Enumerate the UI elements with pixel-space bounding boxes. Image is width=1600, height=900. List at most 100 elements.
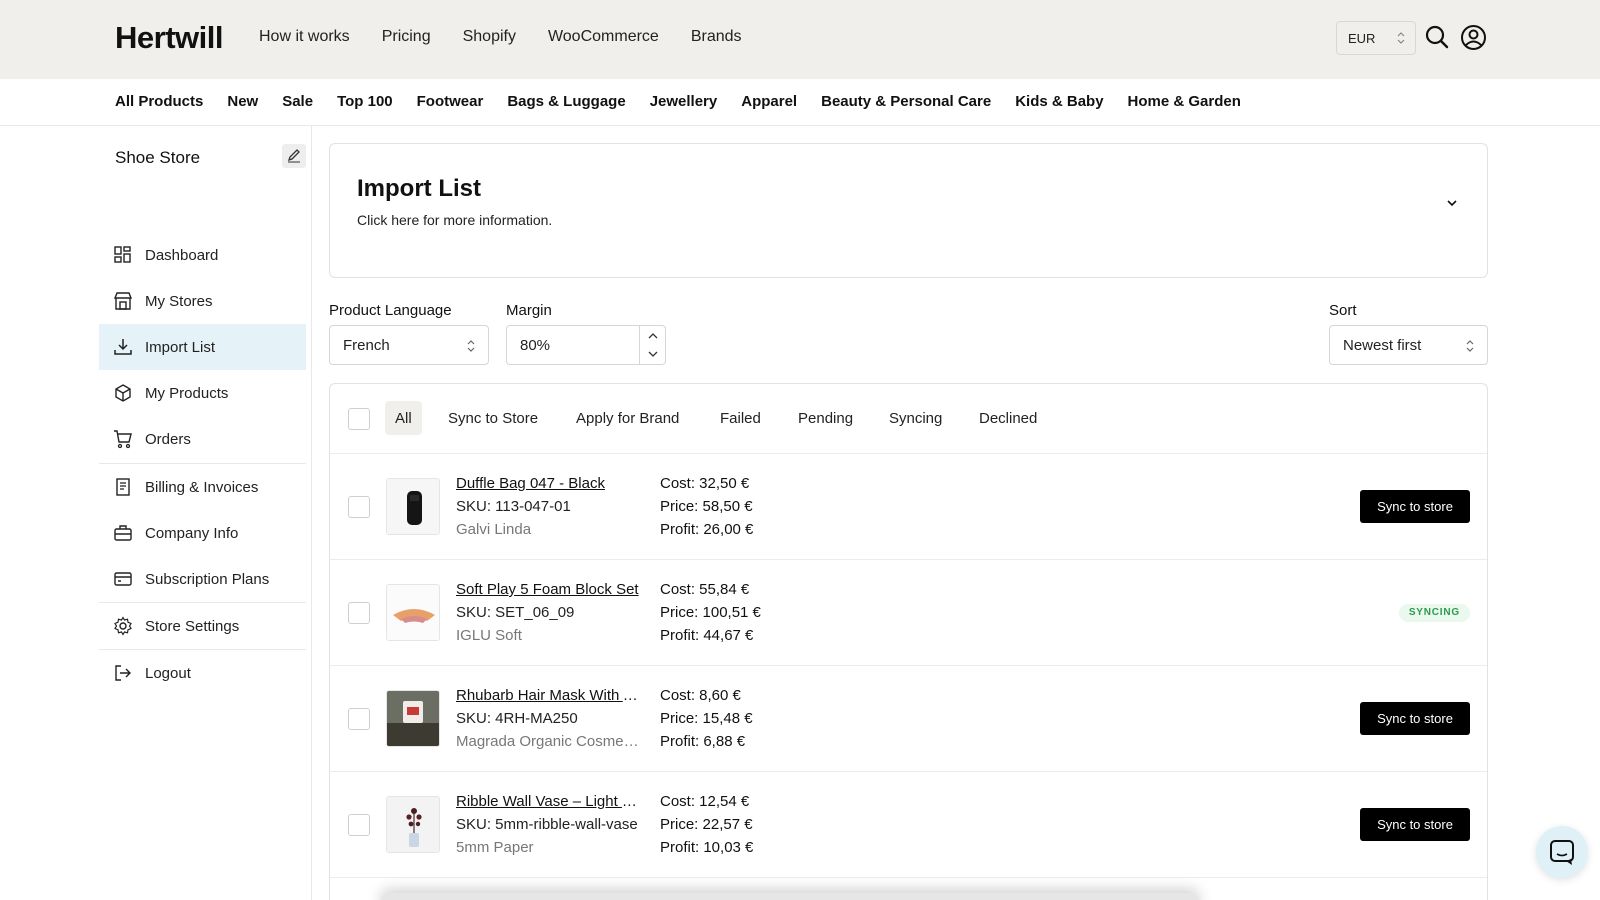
category-apparel[interactable]: Apparel	[741, 93, 797, 110]
nav-woocommerce[interactable]: WooCommerce	[548, 28, 659, 46]
up-down-chevron-icon	[1466, 340, 1474, 352]
product-name-link[interactable]: Ribble Wall Vase – Light Grey	[456, 793, 641, 810]
category-bar: All Products New Sale Top 100 Footwear B…	[0, 79, 1600, 126]
category-jewellery[interactable]: Jewellery	[650, 93, 718, 110]
cart-icon	[114, 430, 132, 449]
product-brand: IGLU Soft	[456, 627, 522, 644]
sidebar-item-label: My Products	[145, 384, 229, 402]
chat-button[interactable]	[1536, 826, 1588, 878]
product-sku: SKU: 5mm-ribble-wall-vase	[456, 816, 638, 833]
product-profit: Profit: 10,03 €	[660, 839, 754, 856]
sidebar-item-logout[interactable]: Logout	[99, 650, 306, 696]
sync-to-store-button[interactable]: Sync to store	[1360, 808, 1470, 841]
sidebar-item-label: Orders	[145, 430, 191, 448]
box-icon	[115, 384, 131, 402]
filter-tab-all[interactable]: All	[385, 401, 422, 435]
product-cost: Cost: 32,50 €	[660, 475, 750, 492]
category-top-100[interactable]: Top 100	[337, 93, 393, 110]
row-checkbox[interactable]	[348, 814, 370, 836]
sidebar-item-import-list[interactable]: Import List	[99, 324, 306, 370]
product-cost: Cost: 55,84 €	[660, 581, 750, 598]
gear-icon	[114, 616, 132, 636]
category-bags-luggage[interactable]: Bags & Luggage	[507, 93, 625, 110]
category-sale[interactable]: Sale	[282, 93, 313, 110]
category-all-products[interactable]: All Products	[115, 93, 203, 110]
margin-input[interactable]: 80%	[506, 325, 666, 365]
product-image[interactable]	[386, 584, 440, 641]
nav-shopify[interactable]: Shopify	[463, 28, 516, 46]
chevron-down-icon[interactable]	[1445, 196, 1459, 210]
logout-icon	[115, 665, 131, 681]
sidebar-item-label: Company Info	[145, 524, 239, 542]
product-price: Price: 15,48 €	[660, 710, 753, 727]
import-list: All Sync to Store Apply for Brand Failed…	[329, 383, 1488, 900]
sidebar-item-dashboard[interactable]: Dashboard	[99, 232, 306, 278]
category-footwear[interactable]: Footwear	[417, 93, 484, 110]
bottom-toast-shadow	[380, 893, 1200, 900]
filter-tab-apply-for-brand[interactable]: Apply for Brand	[566, 401, 689, 435]
sidebar-item-label: Import List	[145, 338, 216, 356]
filter-tab-sync-to-store[interactable]: Sync to Store	[438, 401, 548, 435]
category-home-garden[interactable]: Home & Garden	[1128, 93, 1241, 110]
product-price: Price: 58,50 €	[660, 498, 753, 515]
filter-tab-syncing[interactable]: Syncing	[879, 401, 952, 435]
sidebar-item-billing[interactable]: Billing & Invoices	[99, 464, 306, 510]
sync-to-store-button[interactable]: Sync to store	[1360, 490, 1470, 523]
product-profit: Profit: 6,88 €	[660, 733, 746, 750]
filter-tab-declined[interactable]: Declined	[969, 401, 1047, 435]
sidebar-item-subscription[interactable]: Subscription Plans	[99, 556, 306, 602]
sidebar-item-my-products[interactable]: My Products	[99, 370, 306, 416]
category-new[interactable]: New	[227, 93, 258, 110]
category-kids-baby[interactable]: Kids & Baby	[1015, 93, 1103, 110]
info-subtitle: Click here for more information.	[357, 212, 553, 228]
sidebar-item-my-stores[interactable]: My Stores	[99, 278, 306, 324]
product-name-link[interactable]: Soft Play 5 Foam Block Set	[456, 581, 641, 598]
receipt-icon	[116, 478, 130, 496]
product-profit: Profit: 26,00 €	[660, 521, 754, 538]
sidebar-item-store-settings[interactable]: Store Settings	[99, 603, 306, 649]
nav-brands[interactable]: Brands	[691, 28, 742, 46]
info-card[interactable]: Import List Click here for more informat…	[329, 143, 1488, 278]
row-checkbox[interactable]	[348, 708, 370, 730]
product-sku: SKU: 4RH-MA250	[456, 710, 578, 727]
product-cost: Cost: 8,60 €	[660, 687, 741, 704]
product-brand: Galvi Linda	[456, 521, 532, 538]
sidebar-item-label: Subscription Plans	[145, 570, 270, 588]
product-image[interactable]	[386, 796, 440, 853]
select-all-checkbox[interactable]	[348, 408, 370, 430]
nav-pricing[interactable]: Pricing	[382, 28, 431, 46]
margin-value: 80%	[520, 337, 551, 354]
product-cost: Cost: 12,54 €	[660, 793, 750, 810]
sidebar: Shoe Store Dashboard My Stores Import Li…	[0, 126, 312, 900]
product-profit: Profit: 44,67 €	[660, 627, 754, 644]
margin-stepper[interactable]	[639, 326, 665, 364]
logo[interactable]: Hertwill	[115, 20, 223, 56]
account-icon[interactable]	[1460, 24, 1488, 52]
filter-tab-pending[interactable]: Pending	[788, 401, 863, 435]
currency-select[interactable]: EUR	[1336, 21, 1416, 55]
edit-icon[interactable]	[282, 144, 306, 168]
sort-select[interactable]: Newest first	[1329, 325, 1488, 365]
product-name-link[interactable]: Rhubarb Hair Mask With Argan	[456, 687, 641, 704]
language-select[interactable]: French	[329, 325, 489, 365]
download-icon	[114, 339, 132, 355]
sidebar-item-orders[interactable]: Orders	[99, 416, 306, 462]
sync-to-store-button[interactable]: Sync to store	[1360, 702, 1470, 735]
row-checkbox[interactable]	[348, 496, 370, 518]
table-row: Duffle Bag 047 - Black SKU: 113-047-01 G…	[330, 454, 1487, 560]
product-image[interactable]	[386, 478, 440, 535]
search-icon[interactable]	[1424, 24, 1452, 52]
credit-card-icon	[114, 572, 132, 586]
sidebar-item-company-info[interactable]: Company Info	[99, 510, 306, 556]
row-checkbox[interactable]	[348, 602, 370, 624]
category-beauty[interactable]: Beauty & Personal Care	[821, 93, 991, 110]
product-sku: SKU: SET_06_09	[456, 604, 575, 621]
product-brand: Magrada Organic Cosmetics	[456, 733, 641, 750]
product-name-link[interactable]: Duffle Bag 047 - Black	[456, 475, 641, 492]
table-row: Soft Play 5 Foam Block Set SKU: SET_06_0…	[330, 560, 1487, 666]
nav-how-it-works[interactable]: How it works	[259, 28, 350, 46]
filter-tab-failed[interactable]: Failed	[710, 401, 771, 435]
up-down-chevron-icon	[467, 340, 475, 352]
margin-label: Margin	[506, 302, 552, 319]
product-image[interactable]	[386, 690, 440, 747]
